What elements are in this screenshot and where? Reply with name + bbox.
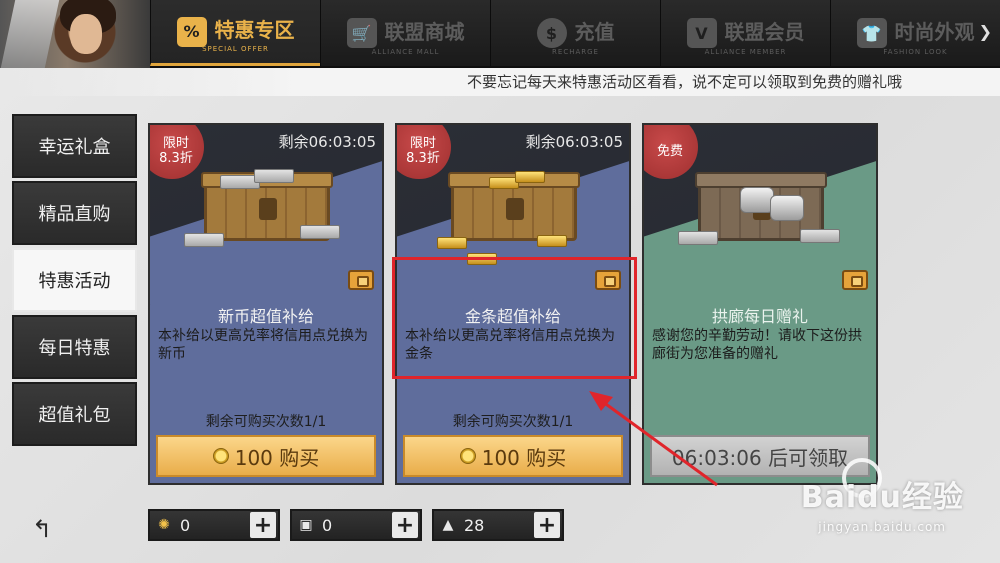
notice-banner: 不要忘记每天来特惠活动区看看，说不定可以领取到免费的赠礼哦 — [0, 68, 1000, 96]
cart-icon: 🛒 — [346, 18, 377, 48]
tab-label: 联盟商城 — [384, 19, 465, 44]
side-item-value-packs[interactable]: 超值礼包 — [12, 382, 137, 446]
card-title: 新币超值补给 — [217, 307, 314, 326]
dollar-coin-icon: $ — [536, 18, 567, 48]
tab-label: 特惠专区 — [214, 18, 295, 42]
buy-button[interactable]: 100 购买 — [156, 435, 376, 477]
add-coin-button[interactable]: + — [250, 512, 276, 538]
side-item-special-events[interactable]: 特惠活动 — [12, 248, 137, 312]
top-nav-bar: % 特惠专区 SPECIAL OFFER 🛒 联盟商城 ALLIANCE MAL… — [0, 0, 1000, 68]
watermark-text: Baidu经验 — [800, 480, 964, 515]
highlight-box — [392, 257, 637, 379]
annotation-arrow — [589, 391, 718, 487]
tab-sub-label: SPECIAL OFFER — [202, 45, 269, 53]
percent-bag-icon: % — [176, 16, 207, 47]
coin-icon: ✺ — [158, 517, 170, 533]
tab-sub-label: FASHION LOOK — [883, 48, 948, 56]
side-item-lucky-box[interactable]: 幸运礼盒 — [12, 114, 137, 178]
tab-sub-label: ALLIANCE MALL — [371, 48, 440, 56]
currency-coin: ✺ 0 + — [148, 509, 280, 541]
side-item-daily-deals[interactable]: 每日特惠 — [12, 315, 137, 379]
tab-alliance-mall[interactable]: 🛒 联盟商城 ALLIANCE MALL — [320, 0, 490, 66]
card-title: 拱廊每日赠礼 — [711, 307, 808, 326]
tab-label: 充值 — [574, 19, 615, 44]
tab-alliance-member[interactable]: V 联盟会员 ALLIANCE MEMBER — [660, 0, 830, 66]
purchase-remaining: 剩余可购买次数1/1 — [205, 414, 327, 430]
add-gold-bar-button[interactable]: + — [534, 512, 560, 538]
countdown-timer: 剩余06:03:05 — [278, 133, 376, 151]
crate-image — [448, 172, 580, 241]
tab-sub-label: RECHARGE — [552, 48, 599, 56]
back-arrow-icon[interactable]: ↰ — [32, 516, 60, 542]
countdown-timer: 剩余06:03:05 — [525, 133, 623, 151]
currency-gold-bar: ▲ 28 + — [432, 509, 564, 541]
tab-special-offer[interactable]: % 特惠专区 SPECIAL OFFER — [150, 0, 320, 66]
card-description: 感谢您的辛勤劳动！请收下这份拱廊街为您准备的赠礼 — [652, 328, 862, 362]
add-banknote-button[interactable]: + — [392, 512, 418, 538]
player-avatar[interactable] — [0, 0, 150, 68]
banknote-icon: ▣ — [299, 517, 313, 533]
tab-fashion[interactable]: 👕 时尚外观 FASHION LOOK ❯ — [830, 0, 1000, 66]
chest-icon[interactable] — [842, 270, 868, 290]
currency-banknote: ▣ 0 + — [290, 509, 422, 541]
tab-recharge[interactable]: $ 充值 RECHARGE — [490, 0, 660, 66]
watermark-url: jingyan.baidu.com — [818, 520, 946, 534]
currency-value: 28 — [464, 515, 485, 535]
currency-value: 0 — [322, 515, 333, 535]
side-item-premium-direct[interactable]: 精品直购 — [12, 181, 137, 245]
chest-icon[interactable] — [348, 270, 374, 290]
tab-label: 时尚外观 — [894, 19, 975, 44]
card-description: 本补给以更高兑率将信用点兑换为新币 — [158, 328, 368, 362]
shirt-icon: 👕 — [856, 18, 887, 48]
coin-icon — [212, 448, 229, 464]
coin-icon — [459, 448, 476, 464]
v-member-icon: V — [686, 18, 717, 48]
tab-label: 联盟会员 — [724, 19, 805, 44]
tab-sub-label: ALLIANCE MEMBER — [704, 48, 787, 56]
currency-value: 0 — [180, 515, 191, 535]
offer-card-new-coin: 限时 8.3折 剩余06:03:05 新币超值补给 本补给以更高兑率将信用点兑换… — [148, 123, 384, 485]
chevron-right-icon[interactable]: ❯ — [979, 22, 992, 41]
gold-bar-icon: ▲ — [442, 517, 454, 533]
side-menu: 幸运礼盒 精品直购 特惠活动 每日特惠 超值礼包 — [12, 114, 139, 449]
